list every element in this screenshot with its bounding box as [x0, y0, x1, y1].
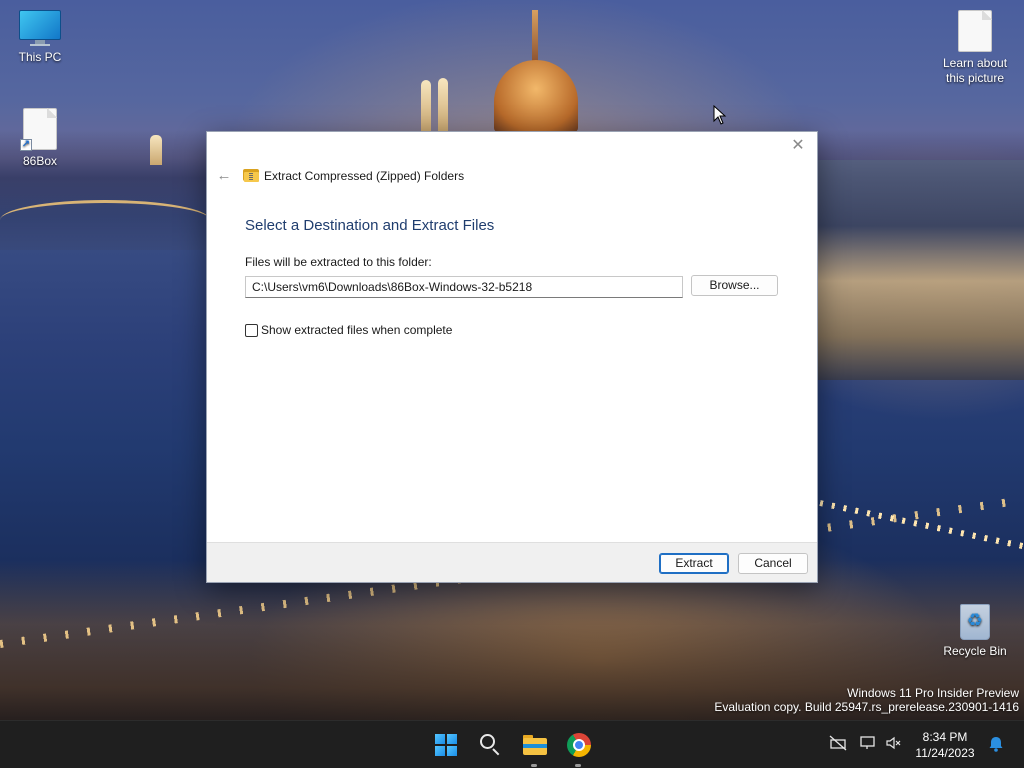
dialog-footer: Extract Cancel — [207, 542, 817, 582]
desktop-icon-label: Learn about this picture — [942, 56, 1008, 85]
wallpaper-spire — [532, 10, 538, 64]
clock-date: 11/24/2023 — [915, 746, 975, 760]
back-arrow-button[interactable]: ← — [215, 167, 233, 185]
chrome-button[interactable] — [560, 727, 596, 767]
destination-path-input[interactable]: C:\Users\vm6\Downloads\86Box-Windows-32-… — [245, 276, 683, 298]
desktop-icon-label: Recycle Bin — [943, 644, 1007, 658]
desktop-icon-86box[interactable]: ↗ 86Box — [0, 108, 80, 169]
running-indicator — [575, 764, 581, 767]
recycle-bin-icon: ♻ — [958, 600, 992, 640]
start-button[interactable] — [428, 727, 464, 763]
watermark-line: Windows 11 Pro Insider Preview — [847, 686, 1019, 700]
close-button[interactable]: ✕ — [787, 137, 809, 157]
search-button[interactable] — [472, 727, 508, 763]
dialog-heading: Select a Destination and Extract Files — [245, 217, 495, 234]
extract-button[interactable]: Extract — [659, 553, 729, 574]
taskbar-clock[interactable]: 8:34 PM 11/24/2023 — [914, 729, 976, 761]
desktop-icon-label: 86Box — [22, 154, 58, 168]
extract-dialog: ✕ ← Extract Compressed (Zipped) Folders … — [206, 131, 818, 583]
running-indicator — [531, 764, 537, 767]
taskbar — [0, 720, 1024, 768]
evaluation-watermark: Windows 11 Pro Insider Preview Evaluatio… — [714, 686, 1019, 714]
show-files-label: Show extracted files when complete — [261, 323, 453, 337]
show-files-checkbox[interactable] — [245, 324, 258, 337]
monitor-icon — [19, 10, 61, 46]
network-off-icon[interactable] — [828, 735, 848, 755]
clock-time: 8:34 PM — [922, 730, 968, 744]
mouse-cursor-icon — [713, 105, 727, 125]
file-icon — [958, 10, 992, 52]
file-explorer-icon — [523, 735, 547, 755]
desktop-icon-recycle-bin[interactable]: ♻ Recycle Bin — [935, 600, 1015, 659]
desktop-icon-label: This PC — [18, 50, 62, 64]
chrome-icon — [567, 733, 591, 757]
dialog-title: Extract Compressed (Zipped) Folders — [264, 169, 465, 183]
wallpaper-tower — [421, 80, 431, 132]
notification-bell-icon[interactable] — [986, 734, 1006, 754]
destination-label: Files will be extracted to this folder: — [245, 255, 432, 269]
volume-muted-icon[interactable] — [884, 735, 904, 755]
search-icon — [480, 734, 495, 749]
file-shortcut-icon: ↗ — [20, 108, 57, 151]
wallpaper-tower — [150, 135, 162, 165]
cancel-button[interactable]: Cancel — [738, 553, 808, 574]
file-explorer-button[interactable] — [516, 727, 552, 767]
desktop-icon-learn-about-picture[interactable]: Learn about this picture — [935, 10, 1015, 86]
wallpaper-tower — [438, 78, 448, 132]
browse-button[interactable]: Browse... — [691, 275, 778, 296]
wallpaper-buildings — [818, 160, 1024, 380]
wallpaper-dome — [494, 60, 578, 132]
watermark-line: Evaluation copy. Build 25947.rs_prerelea… — [714, 700, 1019, 714]
desktop-icon-this-pc[interactable]: This PC — [0, 10, 80, 65]
shortcut-arrow-icon: ↗ — [20, 139, 32, 151]
zip-folder-icon — [243, 168, 259, 182]
display-icon[interactable] — [858, 735, 878, 755]
start-icon — [435, 734, 457, 756]
wallpaper-bridge — [0, 200, 210, 240]
